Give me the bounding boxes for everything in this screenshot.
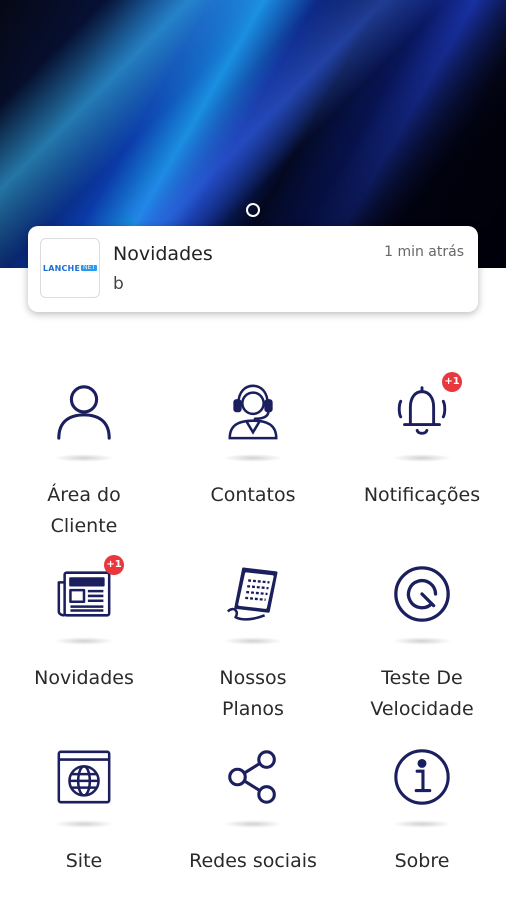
menu-item-site[interactable]: Site (0, 746, 168, 877)
menu-item-contatos[interactable]: Contatos (169, 380, 337, 511)
icon-shadow (392, 454, 452, 462)
menu-item-label: Velocidade (370, 698, 474, 720)
menu-item-label: Site (65, 850, 103, 872)
notification-badge: +1 (442, 372, 462, 392)
notification-badge: +1 (104, 555, 124, 575)
notification-body: b (113, 274, 124, 294)
menu-item-label: Sobre (394, 850, 450, 872)
icon-shadow (223, 454, 283, 462)
menu-item-label: Redes sociais (189, 850, 317, 872)
menu-item-notificacoes[interactable]: +1 Notificações (338, 372, 506, 511)
headset-agent-icon (222, 380, 284, 447)
speedometer-icon (391, 563, 453, 630)
icon-shadow (223, 637, 283, 645)
menu-item-redes-sociais[interactable]: Redes sociais (169, 746, 337, 877)
plans-document-icon (222, 563, 284, 630)
notification-title: Novidades (113, 243, 213, 265)
menu-item-area-do-cliente[interactable]: Área do Cliente (0, 380, 168, 542)
menu-item-sobre[interactable]: Sobre (338, 746, 506, 877)
icon-shadow (54, 454, 114, 462)
menu-item-label: Nossos (219, 667, 287, 689)
icon-shadow (54, 820, 114, 828)
carousel-dot[interactable] (246, 203, 260, 217)
menu-item-label: Cliente (50, 515, 118, 537)
logo-tag: NET (81, 265, 98, 271)
icon-shadow (392, 637, 452, 645)
notification-time: 1 min atrás (384, 244, 464, 260)
web-globe-icon (53, 746, 115, 813)
notification-card[interactable]: LANCHE NET Novidades b 1 min atrás (28, 226, 478, 312)
menu-item-teste-de-velocidade[interactable]: Teste De Velocidade (338, 563, 506, 725)
menu-item-novidades[interactable]: +1 Novidades (0, 555, 168, 694)
newspaper-icon (53, 563, 115, 630)
menu-item-label: Planos (222, 698, 284, 720)
menu-item-label: Teste De (381, 667, 463, 689)
menu-item-label: Contatos (210, 484, 296, 506)
icon-shadow (223, 820, 283, 828)
icon-shadow (54, 637, 114, 645)
share-icon (222, 746, 284, 813)
bell-icon (391, 380, 453, 447)
logo-text: LANCHE (42, 263, 81, 273)
menu-item-label: Notificações (363, 484, 481, 506)
app-logo: LANCHE NET (40, 238, 100, 298)
info-icon (391, 746, 453, 813)
user-icon (53, 380, 115, 447)
menu-item-nossos-planos[interactable]: Nossos Planos (169, 563, 337, 725)
menu-item-label: Área do (47, 484, 121, 506)
icon-shadow (392, 820, 452, 828)
menu-item-label: Novidades (34, 667, 134, 689)
